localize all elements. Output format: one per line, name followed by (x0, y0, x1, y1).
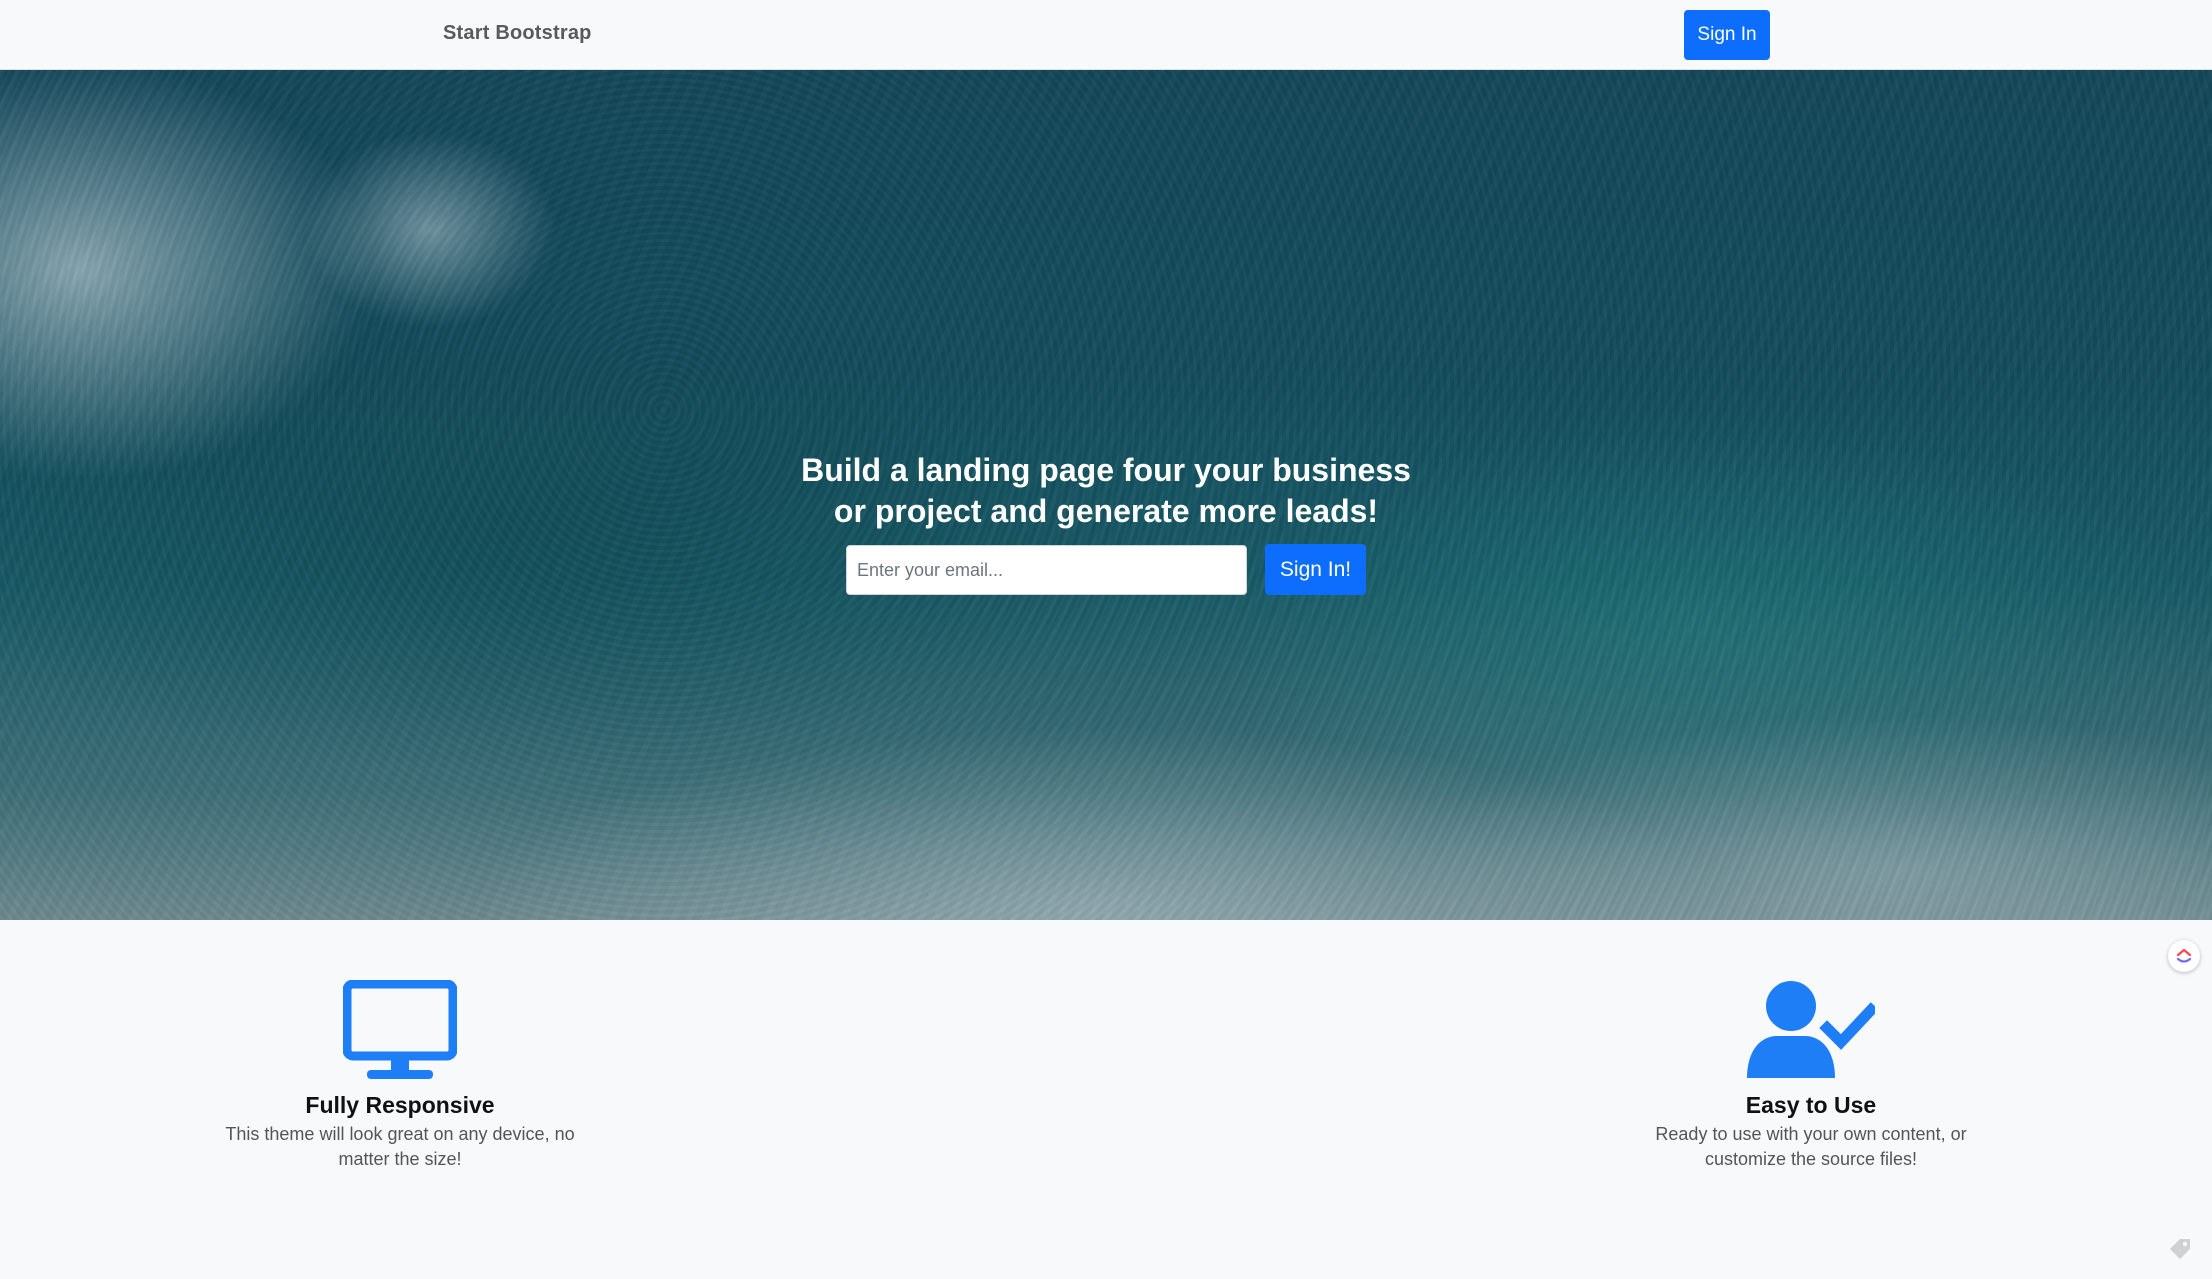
user-check-icon (1747, 981, 1875, 1078)
email-input[interactable] (846, 545, 1247, 595)
feature-text: This theme will look great on any device… (225, 1124, 575, 1169)
navbar-signin-button[interactable]: Sign In (1684, 10, 1770, 60)
feature-easy-to-use: Easy to Use Ready to use with your own c… (1601, 980, 2021, 1172)
brand-link[interactable]: Start Bootstrap (443, 22, 592, 45)
desktop-monitor-icon (343, 980, 457, 1079)
top-navbar: Start Bootstrap Sign In (0, 0, 2212, 70)
feature-text: Ready to use with your own content, or c… (1655, 1124, 1967, 1169)
tag-icon[interactable] (2167, 1236, 2193, 1262)
clickup-logo-icon[interactable] (2168, 940, 2200, 972)
feature-fully-responsive: Fully Responsive This theme will look gr… (190, 980, 610, 1172)
hero-title-line-1: Build a landing page four your business (801, 452, 1411, 488)
hero-signin-button[interactable]: Sign In! (1265, 544, 1366, 595)
feature-title: Fully Responsive (305, 1092, 495, 1118)
hero-section: Build a landing page four your business … (0, 70, 2212, 920)
hero-title: Build a landing page four your business … (756, 450, 1456, 532)
hero-title-line-2: or project and generate more leads! (833, 493, 1379, 529)
feature-title: Easy to Use (1745, 1092, 1877, 1118)
